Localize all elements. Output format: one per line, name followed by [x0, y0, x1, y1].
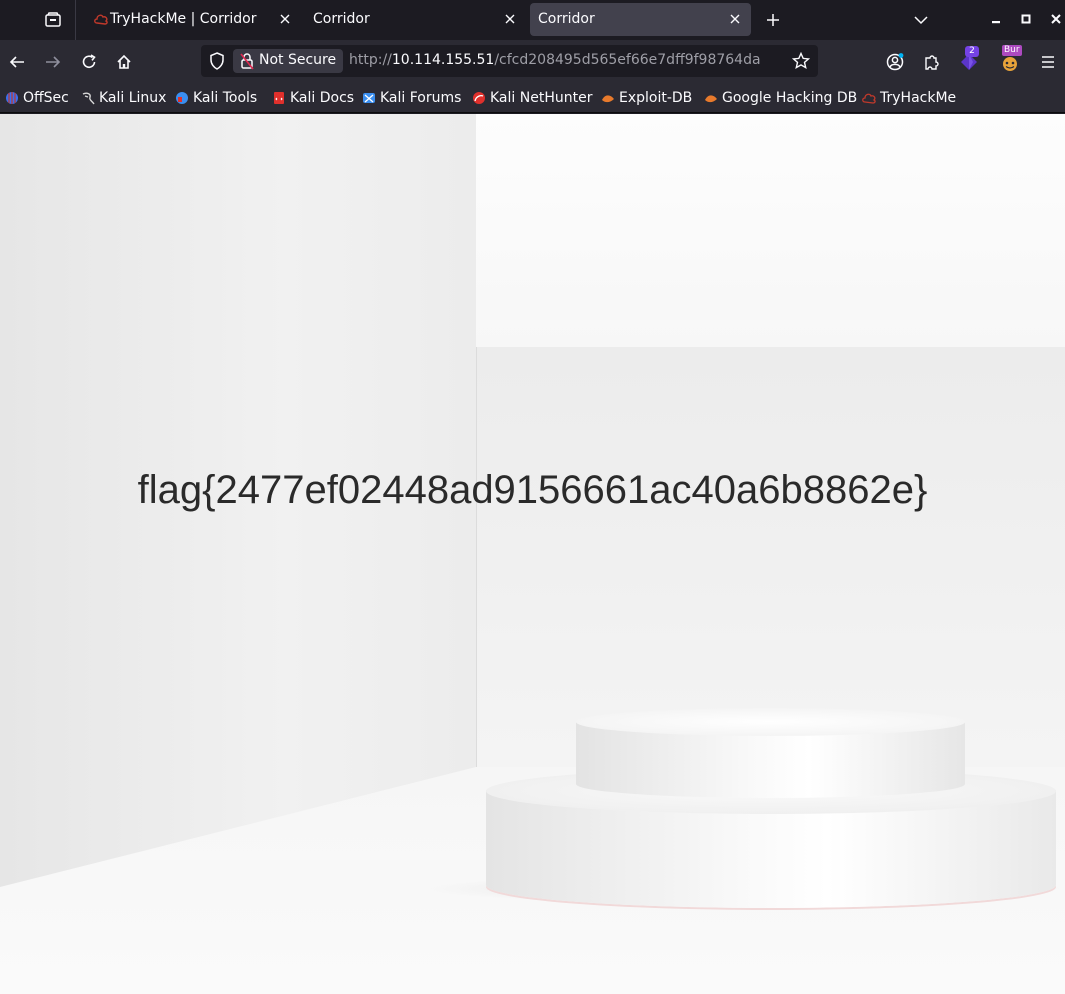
- room-back-wall: [476, 347, 1065, 767]
- close-window-button[interactable]: [1045, 8, 1065, 30]
- address-bar[interactable]: Not Secure http://10.114.155.51/cfcd2084…: [201, 45, 818, 77]
- bookmark-tryhackme[interactable]: TryHackMe: [862, 88, 956, 108]
- close-tab-icon[interactable]: [276, 10, 294, 28]
- puzzle-piece-icon: [925, 55, 939, 70]
- url-host: 10.114.155.51: [391, 52, 495, 68]
- not-secure-label: Not Secure: [259, 52, 337, 68]
- bookmark-kali-docs[interactable]: Kali Docs: [272, 88, 354, 108]
- bookmark-label: Kali Forums: [380, 90, 462, 106]
- tracking-protection-shield-icon[interactable]: [209, 52, 227, 70]
- account-button[interactable]: [883, 50, 907, 74]
- maximize-button[interactable]: [1015, 8, 1037, 30]
- bookmark-label: Kali Linux: [99, 90, 167, 106]
- bookmark-label: TryHackMe: [880, 90, 957, 106]
- home-icon: [117, 54, 131, 69]
- back-arrow-icon: [9, 56, 24, 68]
- flag-text: flag{2477ef02448ad9156661ac40a6b8862e}: [137, 468, 928, 512]
- minimize-icon: [992, 21, 1000, 24]
- close-tab-icon[interactable]: [501, 10, 519, 28]
- bookmark-exploit-db[interactable]: Exploit-DB: [601, 88, 692, 108]
- podium-upper-tier: [576, 708, 965, 800]
- kali-docs-icon: [274, 92, 284, 104]
- bookmark-label: OffSec: [23, 90, 69, 106]
- insecure-lock-icon: [239, 52, 255, 70]
- bookmark-label: Kali Docs: [290, 90, 355, 106]
- url-text[interactable]: http://10.114.155.51/cfcd208495d565ef66e…: [349, 52, 761, 68]
- bookmark-kali-forums[interactable]: Kali Forums: [362, 88, 461, 108]
- url-protocol: http://: [349, 52, 392, 68]
- back-button[interactable]: [3, 48, 31, 76]
- close-tab-icon[interactable]: [726, 10, 744, 28]
- hamburger-menu-icon: [1042, 56, 1054, 68]
- extensions-button[interactable]: [920, 50, 944, 74]
- kali-forums-icon: [363, 93, 375, 103]
- burp-label: Bur: [1002, 45, 1022, 56]
- bookmark-label: Kali Tools: [193, 90, 258, 106]
- account-icon: [886, 53, 904, 71]
- forward-arrow-icon: [46, 56, 61, 68]
- tab-separator: [75, 0, 76, 40]
- bookmark-label: Google Hacking DB: [722, 90, 858, 106]
- reload-button[interactable]: [75, 48, 103, 76]
- plus-icon: [767, 14, 779, 26]
- bookmark-kali-tools[interactable]: Kali Tools: [175, 88, 257, 108]
- page-content: flag{2477ef02448ad9156661ac40a6b8862e}: [0, 114, 1065, 994]
- bookmark-label: Kali NetHunter: [490, 90, 593, 106]
- tab-tryhackme-corridor[interactable]: TryHackMe | Corridor: [82, 3, 299, 36]
- forward-button[interactable]: [39, 48, 67, 76]
- bookmark-label: Exploit-DB: [619, 90, 693, 106]
- extension-badge: 2: [965, 46, 979, 57]
- bookmark-kali-linux[interactable]: Kali Linux: [81, 88, 166, 108]
- tab-bar: TryHackMe | Corridor Corridor Corridor: [0, 0, 1065, 40]
- tab-title: Corridor: [538, 11, 595, 27]
- room-corner-edge: [476, 347, 477, 767]
- minimize-button[interactable]: [985, 8, 1007, 30]
- bookmark-star-icon[interactable]: [792, 52, 810, 70]
- exploit-db-icon: [602, 95, 614, 103]
- tab-corridor-1[interactable]: Corridor: [303, 3, 526, 36]
- bookmark-offsec[interactable]: OffSec: [5, 88, 69, 108]
- tab-corridor-active[interactable]: Corridor: [530, 3, 751, 36]
- reload-icon: [82, 54, 96, 68]
- tab-title: TryHackMe | Corridor: [110, 11, 257, 27]
- firefox-view-button[interactable]: [36, 6, 70, 34]
- new-tab-button[interactable]: [760, 6, 786, 34]
- chevron-down-icon: [914, 16, 928, 25]
- firefox-view-icon: [45, 12, 61, 27]
- maximize-icon: [1021, 14, 1031, 24]
- offsec-icon: [6, 92, 18, 104]
- site-security-indicator[interactable]: Not Secure: [233, 49, 343, 73]
- kali-dragon-icon: [82, 92, 95, 105]
- ghdb-icon: [705, 95, 717, 103]
- tryhackme-icon: [862, 93, 876, 104]
- bookmark-kali-nethunter[interactable]: Kali NetHunter: [472, 88, 592, 108]
- kali-tools-icon: [176, 92, 188, 104]
- tab-title: Corridor: [313, 11, 370, 27]
- nethunter-icon: [473, 92, 485, 104]
- bookmarks-toolbar: OffSec Kali Linux Kali Tools Kali Docs K…: [0, 83, 1065, 113]
- bookmark-google-hacking-db[interactable]: Google Hacking DB: [704, 88, 857, 108]
- navigation-toolbar: Not Secure http://10.114.155.51/cfcd2084…: [0, 40, 1065, 83]
- app-menu-button[interactable]: [1036, 50, 1060, 74]
- home-button[interactable]: [110, 48, 138, 76]
- url-path: /cfcd208495d565ef66e7dff9f98764da: [494, 52, 761, 68]
- close-icon: [1051, 14, 1061, 24]
- tryhackme-favicon-icon: [93, 11, 111, 27]
- list-all-tabs-button[interactable]: [908, 6, 934, 34]
